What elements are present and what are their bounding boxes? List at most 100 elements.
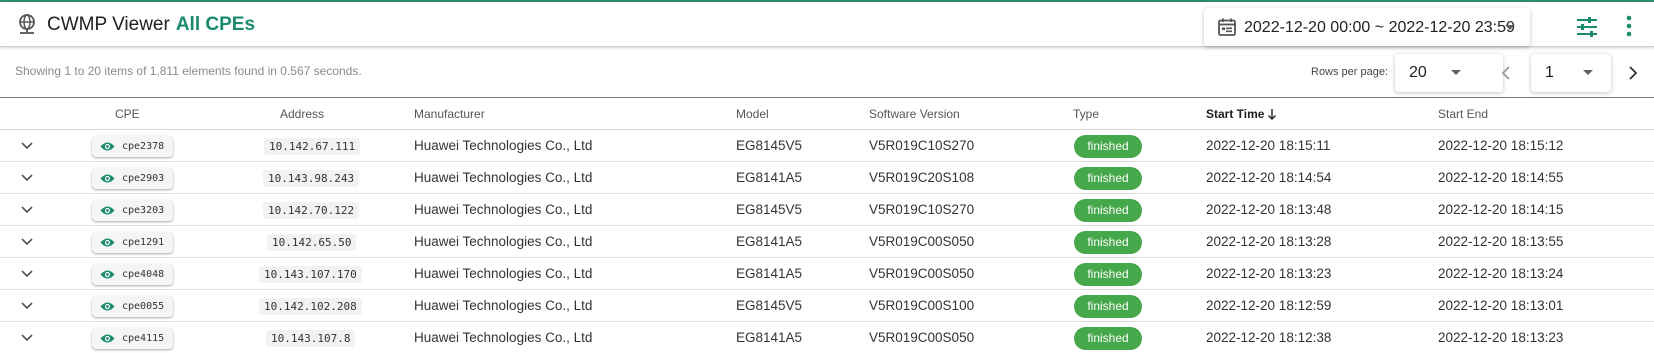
more-vert-icon[interactable] — [1626, 15, 1632, 37]
chevron-down-icon[interactable] — [20, 333, 34, 343]
cpe-id: cpe0055 — [122, 301, 165, 312]
table-row[interactable]: cpe2903 10.143.98.243 Huawei Technologie… — [0, 162, 1654, 194]
table-row[interactable]: cpe0055 10.142.102.208 Huawei Technologi… — [0, 290, 1654, 322]
column-header-software-version[interactable]: Software Version — [869, 107, 960, 121]
cpe-chip[interactable]: cpe4115 — [92, 328, 174, 349]
model-cell: EG8141A5 — [736, 234, 803, 249]
filter-settings-icon[interactable] — [1576, 17, 1598, 37]
start-time-cell: 2022-12-20 18:13:48 — [1206, 202, 1332, 217]
cpe-chip[interactable]: cpe4048 — [92, 264, 174, 285]
eye-icon — [100, 142, 115, 151]
app-bar: CWMP Viewer All CPEs 2022-12-20 00:00 ~ 2… — [0, 2, 1654, 47]
manufacturer-cell: Huawei Technologies Co., Ltd — [414, 170, 593, 185]
eye-icon — [100, 206, 115, 215]
table-row[interactable]: cpe3203 10.142.70.122 Huawei Technologie… — [0, 194, 1654, 226]
start-end-cell: 2022-12-20 18:13:23 — [1438, 330, 1564, 345]
view-name: All CPEs — [175, 14, 256, 35]
table-row[interactable]: cpe1291 10.142.65.50 Huawei Technologies… — [0, 226, 1654, 258]
column-header-manufacturer[interactable]: Manufacturer — [414, 107, 485, 121]
start-end-cell: 2022-12-20 18:13:24 — [1438, 266, 1564, 281]
address-cell: 10.142.67.111 — [264, 138, 361, 155]
chevron-down-icon[interactable] — [20, 237, 34, 247]
table-row[interactable]: cpe4115 10.143.107.8 Huawei Technologies… — [0, 322, 1654, 353]
cpe-chip[interactable]: cpe1291 — [92, 232, 174, 253]
model-cell: EG8141A5 — [736, 266, 803, 281]
start-end-cell: 2022-12-20 18:13:01 — [1438, 298, 1564, 313]
chevron-right-icon[interactable] — [1625, 64, 1641, 82]
calendar-icon — [1218, 18, 1236, 36]
software-version-cell: V5R019C10S270 — [869, 202, 975, 217]
cpe-chip[interactable]: cpe0055 — [92, 296, 174, 317]
eye-icon — [100, 302, 115, 311]
software-version-cell: V5R019C20S108 — [869, 170, 975, 185]
page-value: 1 — [1545, 64, 1554, 81]
model-cell: EG8141A5 — [736, 170, 803, 185]
address-cell: 10.143.107.170 — [259, 266, 362, 283]
cpe-chip[interactable]: cpe2378 — [92, 136, 174, 157]
column-header-type[interactable]: Type — [1073, 107, 1099, 121]
column-header-model[interactable]: Model — [736, 107, 769, 121]
column-header-start-time-label: Start Time — [1206, 107, 1265, 121]
table-header: CPE Address Manufacturer Model Software … — [0, 98, 1654, 130]
manufacturer-cell: Huawei Technologies Co., Ltd — [414, 138, 593, 153]
table-row[interactable]: cpe2378 10.142.67.111 Huawei Technologie… — [0, 130, 1654, 162]
address-cell: 10.142.102.208 — [259, 298, 362, 315]
model-cell: EG8141A5 — [736, 330, 803, 345]
eye-icon — [100, 270, 115, 279]
chevron-down-icon[interactable] — [20, 205, 34, 215]
status-badge: finished — [1074, 263, 1142, 286]
software-version-cell: V5R019C00S050 — [869, 234, 975, 249]
chevron-down-icon[interactable] — [20, 141, 34, 151]
rows-per-page-value: 20 — [1409, 64, 1427, 81]
model-cell: EG8145V5 — [736, 202, 803, 217]
eye-icon — [100, 174, 115, 183]
status-badge: finished — [1074, 295, 1142, 318]
page-select[interactable]: 1 — [1531, 54, 1611, 92]
status-badge: finished — [1074, 199, 1142, 222]
software-version-cell: V5R019C10S270 — [869, 138, 975, 153]
rows-per-page-select[interactable]: 20 — [1395, 54, 1503, 92]
address-cell: 10.142.65.50 — [267, 234, 357, 251]
address-cell: 10.143.98.243 — [263, 170, 360, 187]
date-range-picker[interactable]: 2022-12-20 00:00 ~ 2022-12-20 23:59 — [1204, 8, 1530, 46]
start-end-cell: 2022-12-20 18:14:15 — [1438, 202, 1564, 217]
eye-icon — [100, 238, 115, 247]
address-cell: 10.143.107.8 — [266, 330, 356, 347]
chevron-down-icon[interactable] — [20, 269, 34, 279]
column-header-cpe[interactable]: CPE — [115, 107, 140, 121]
chevron-down-icon[interactable] — [20, 301, 34, 311]
start-end-cell: 2022-12-20 18:14:55 — [1438, 170, 1564, 185]
cpe-id: cpe3203 — [122, 205, 165, 216]
start-time-cell: 2022-12-20 18:14:54 — [1206, 170, 1332, 185]
table-row[interactable]: cpe4048 10.143.107.170 Huawei Technologi… — [0, 258, 1654, 290]
column-header-address[interactable]: Address — [280, 107, 324, 121]
cpe-chip[interactable]: cpe3203 — [92, 200, 174, 221]
column-header-start-end[interactable]: Start End — [1438, 107, 1488, 121]
start-end-cell: 2022-12-20 18:15:12 — [1438, 138, 1564, 153]
arrow-down-icon — [1268, 109, 1277, 120]
model-cell: EG8145V5 — [736, 298, 803, 313]
cpe-chip[interactable]: cpe2903 — [92, 168, 174, 189]
status-badge: finished — [1074, 231, 1142, 254]
manufacturer-cell: Huawei Technologies Co., Ltd — [414, 266, 593, 281]
app-name: CWMP Viewer — [47, 14, 170, 35]
manufacturer-cell: Huawei Technologies Co., Ltd — [414, 330, 593, 345]
chevron-left-icon[interactable] — [1498, 64, 1514, 82]
manufacturer-cell: Huawei Technologies Co., Ltd — [414, 298, 593, 313]
start-time-cell: 2022-12-20 18:12:38 — [1206, 330, 1332, 345]
chevron-down-icon — [1451, 70, 1461, 75]
start-time-cell: 2022-12-20 18:13:28 — [1206, 234, 1332, 249]
chevron-down-icon — [1583, 70, 1593, 75]
start-end-cell: 2022-12-20 18:13:55 — [1438, 234, 1564, 249]
chevron-down-icon[interactable] — [20, 173, 34, 183]
cpe-table: CPE Address Manufacturer Model Software … — [0, 97, 1654, 353]
network-icon — [19, 14, 35, 34]
software-version-cell: V5R019C00S050 — [869, 266, 975, 281]
cpe-id: cpe4115 — [122, 333, 165, 344]
manufacturer-cell: Huawei Technologies Co., Ltd — [414, 202, 593, 217]
cpe-id: cpe1291 — [122, 237, 165, 248]
manufacturer-cell: Huawei Technologies Co., Ltd — [414, 234, 593, 249]
page-title: CWMP Viewer All CPEs — [47, 12, 255, 38]
start-time-cell: 2022-12-20 18:15:11 — [1206, 138, 1331, 153]
column-header-start-time[interactable]: Start Time — [1206, 107, 1277, 121]
